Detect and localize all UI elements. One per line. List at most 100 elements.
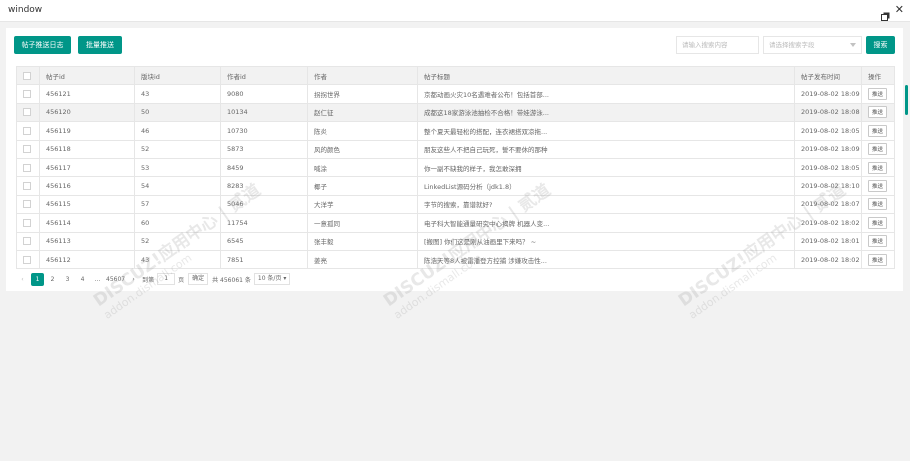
cell-tid: 456116 <box>39 176 135 196</box>
cell-title: 你一副不缺我的样子，我怎敢深拥 <box>417 157 795 178</box>
row-checkbox[interactable] <box>23 255 31 264</box>
cell-title: 朋友这些人不把自己玩死，誓不要休的那种 <box>417 139 795 159</box>
row-action-cell: 推送 <box>861 231 895 251</box>
push-button[interactable]: 推送 <box>868 180 888 193</box>
cell-title: 整个夏天最轻松的搭配，连衣裙搭双凉拖... <box>417 121 795 141</box>
scrollbar-thumb[interactable] <box>905 85 908 115</box>
push-log-button[interactable]: 帖子推送日志 <box>14 36 71 54</box>
cell-tid: 456119 <box>39 121 135 141</box>
search-input[interactable]: 请输入搜索内容 <box>676 36 759 54</box>
cell-author: 椰子 <box>307 176 418 196</box>
push-button[interactable]: 推送 <box>868 143 888 156</box>
row-checkbox[interactable] <box>23 237 31 246</box>
goto-suffix: 页 <box>178 276 185 284</box>
close-icon[interactable]: ✕ <box>895 3 904 17</box>
row-action-cell: 推送 <box>861 157 895 178</box>
row-checkbox[interactable] <box>23 200 31 209</box>
col-header-uid: 作者id <box>220 65 308 86</box>
row-select-cell <box>16 176 40 196</box>
push-button[interactable]: 推送 <box>868 198 888 211</box>
row-checkbox[interactable] <box>23 126 31 135</box>
cell-title: 字节的搜索，靠谱就好? <box>417 194 795 215</box>
cell-uid: 6545 <box>220 231 308 251</box>
cell-uid: 5873 <box>220 139 308 159</box>
window-titlebar: window ✕ <box>0 0 910 22</box>
cell-time: 2019-08-02 18:09 <box>794 84 862 104</box>
cell-fid: 46 <box>134 121 221 141</box>
select-all-checkbox[interactable] <box>23 71 31 80</box>
cell-time: 2019-08-02 18:02 <box>794 249 862 270</box>
push-button[interactable]: 推送 <box>868 161 888 174</box>
cell-author: 张丰毅 <box>307 231 418 251</box>
row-select-cell <box>16 84 40 104</box>
page-3[interactable]: 3 <box>61 273 74 286</box>
cell-time: 2019-08-02 18:05 <box>794 121 862 141</box>
cell-uid: 10134 <box>220 102 308 123</box>
table-row: 456120 50 10134 赵仁征 成都这18家游泳池抽检不合格！带娃游泳... 20… <box>16 102 895 123</box>
page-1[interactable]: 1 <box>31 272 44 286</box>
cell-fid: 53 <box>134 157 221 178</box>
cell-fid: 52 <box>134 139 221 159</box>
goto-confirm-button[interactable]: 确定 <box>188 273 209 285</box>
row-select-cell <box>16 102 40 123</box>
cell-author: 大洋芋 <box>307 194 418 215</box>
cell-title: LinkedList源码分析（jdk1.8） <box>417 176 795 196</box>
row-action-cell: 推送 <box>861 194 895 215</box>
maximize-icon[interactable] <box>881 6 890 21</box>
cell-author: 赵仁征 <box>307 102 418 123</box>
row-checkbox[interactable] <box>23 90 31 99</box>
cell-fid: 43 <box>134 84 221 104</box>
total-count: 共 456061 条 <box>212 276 251 284</box>
page-size-select[interactable]: 10 条/页 ▾ <box>253 273 291 285</box>
page-4[interactable]: 4 <box>76 273 89 286</box>
cell-uid: 7851 <box>220 249 308 270</box>
push-button[interactable]: 推送 <box>868 216 888 229</box>
row-checkbox[interactable] <box>23 182 31 191</box>
col-header-time: 帖子发布时间 <box>794 65 862 86</box>
cell-tid: 456117 <box>39 157 135 178</box>
push-button[interactable]: 推送 <box>868 124 888 137</box>
cell-author: 一意孤同 <box>307 213 418 233</box>
col-header-fid: 版块id <box>134 65 221 86</box>
row-checkbox[interactable] <box>23 163 31 172</box>
cell-title: 京都动画火灾10名遇难者公布！包括首部... <box>417 84 795 104</box>
row-action-cell: 推送 <box>861 213 895 233</box>
batch-push-button[interactable]: 批量推送 <box>78 36 122 54</box>
cell-author: 姜亮 <box>307 249 418 270</box>
cell-time: 2019-08-02 18:05 <box>794 157 862 178</box>
row-select-cell <box>16 157 40 178</box>
row-action-cell: 推送 <box>861 121 895 141</box>
prev-page-icon[interactable]: ‹ <box>16 273 29 286</box>
cell-tid: 456118 <box>39 139 135 159</box>
row-select-cell <box>16 231 40 251</box>
col-header-title: 帖子标题 <box>417 65 795 86</box>
row-action-cell: 推送 <box>861 176 895 196</box>
page-2[interactable]: 2 <box>46 273 59 286</box>
cell-author: 拐拐世界 <box>307 84 418 104</box>
table-row: 456117 53 8459 喊涂 你一副不缺我的样子，我怎敢深拥 2019-08-02 … <box>16 157 895 178</box>
row-checkbox[interactable] <box>23 145 31 154</box>
push-button[interactable]: 推送 <box>868 253 888 266</box>
push-button[interactable]: 推送 <box>868 88 888 101</box>
search-field-placeholder: 请选择搜索字段 <box>769 41 815 49</box>
row-action-cell: 推送 <box>861 249 895 270</box>
cell-tid: 456114 <box>39 213 135 233</box>
row-checkbox[interactable] <box>23 108 31 117</box>
page-size-value: 10 条/页 <box>257 275 282 282</box>
table-row: 456118 52 5873 风的颜色 朋友这些人不把自己玩死，誓不要休的那种 2019-… <box>16 139 895 159</box>
row-action-cell: 推送 <box>861 139 895 159</box>
table-row: 456115 57 5046 大洋芋 字节的搜索，靠谱就好? 2019-08-02 18:… <box>16 194 895 215</box>
cell-time: 2019-08-02 18:09 <box>794 139 862 159</box>
search-field-select[interactable]: 请选择搜索字段 <box>763 36 862 54</box>
chevron-down-icon <box>850 43 856 47</box>
row-checkbox[interactable] <box>23 218 31 227</box>
search-button[interactable]: 搜索 <box>866 36 895 54</box>
cell-uid: 8459 <box>220 157 308 178</box>
push-button[interactable]: 推送 <box>868 235 888 248</box>
push-button[interactable]: 推送 <box>868 106 888 119</box>
row-action-cell: 推送 <box>861 84 895 104</box>
cell-time: 2019-08-02 18:08 <box>794 102 862 123</box>
row-action-cell: 推送 <box>861 102 895 123</box>
cell-tid: 456121 <box>39 84 135 104</box>
cell-author: 喊涂 <box>307 157 418 178</box>
